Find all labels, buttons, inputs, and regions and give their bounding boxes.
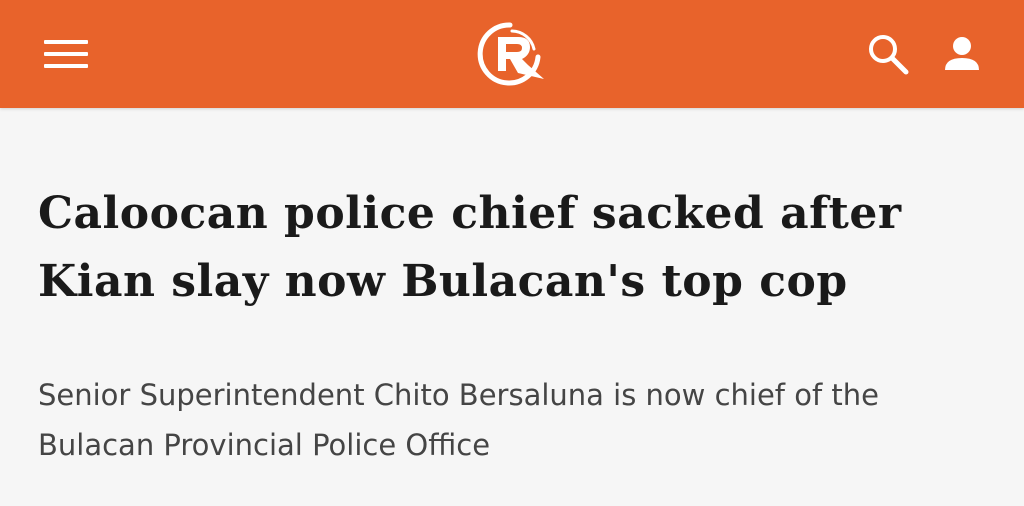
user-account-icon [945,37,979,70]
rappler-logo-icon [477,22,544,86]
site-logo[interactable] [471,20,553,88]
search-button[interactable] [860,28,916,80]
hamburger-menu-icon [44,40,88,68]
menu-button[interactable] [34,30,98,78]
search-icon [869,35,909,75]
article-headline[interactable]: Caloocan police chief sacked after Kian … [38,180,988,316]
top-navigation-bar [0,0,1024,108]
account-button[interactable] [934,28,990,80]
article-summary: Senior Superintendent Chito Bersaluna is… [38,378,879,462]
article-content: Caloocan police chief sacked after Kian … [38,180,988,470]
